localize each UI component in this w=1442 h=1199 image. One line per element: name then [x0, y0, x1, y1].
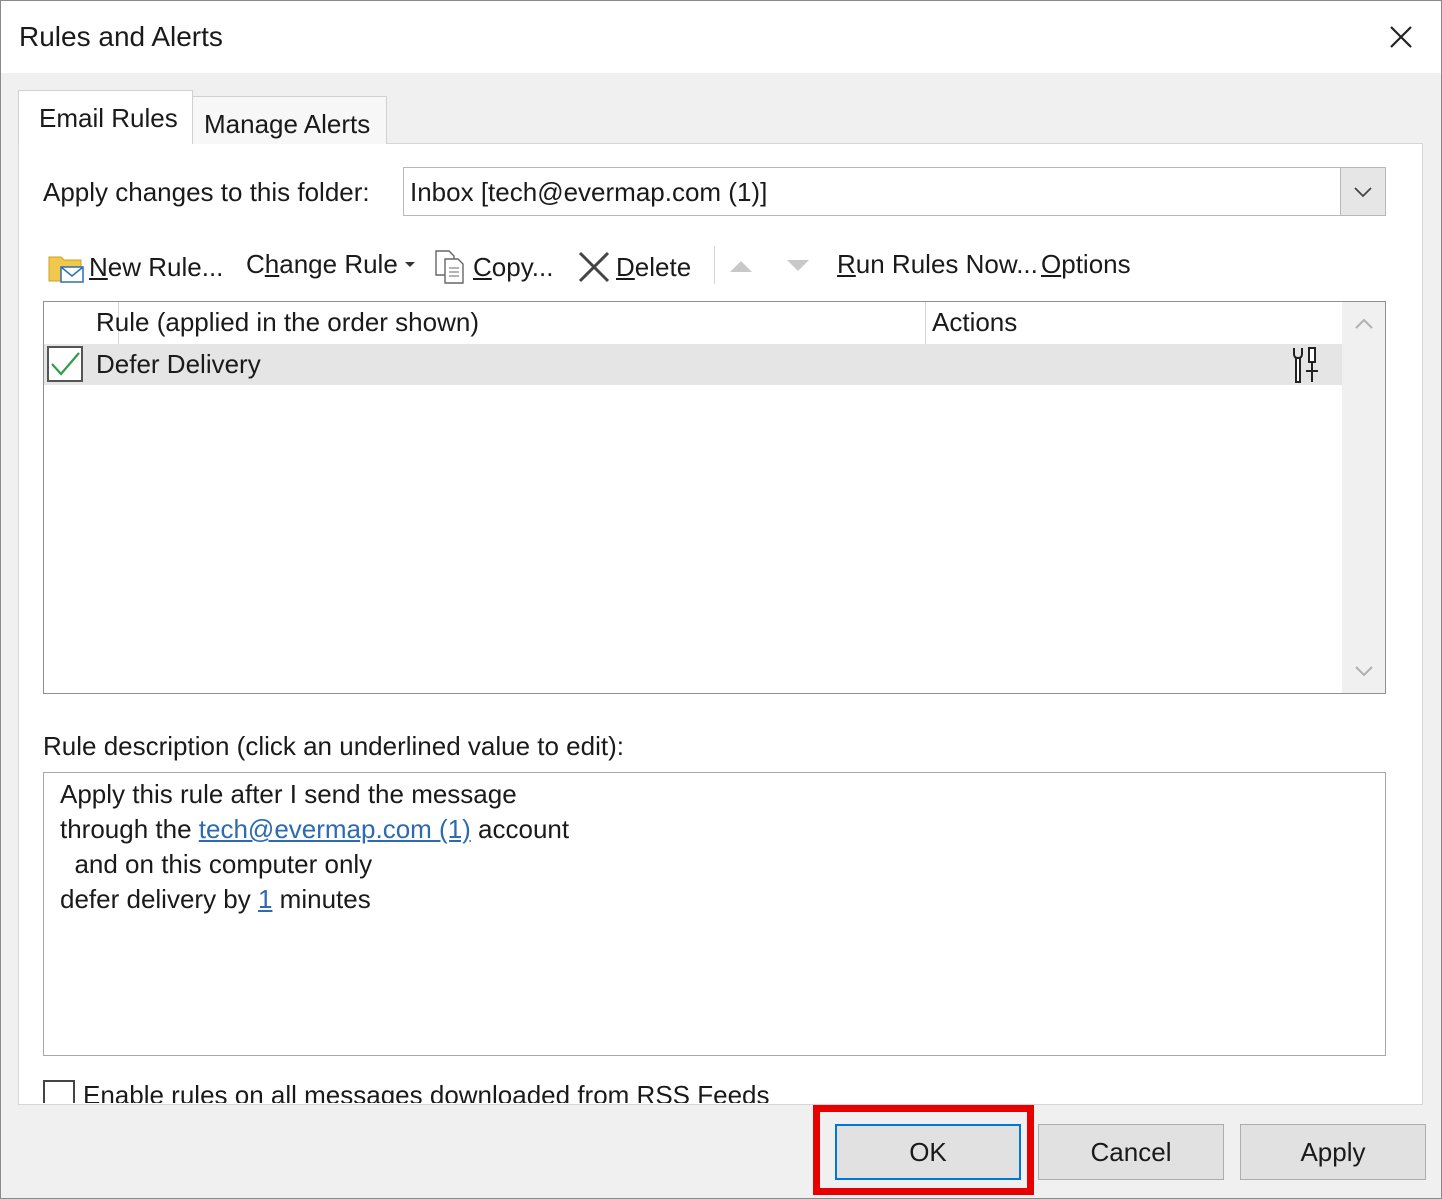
change-rule-button[interactable]: Ch ange Rule	[246, 249, 416, 280]
rule-actions-button[interactable]	[1288, 345, 1324, 390]
rule-description-label: Rule description (click an underlined va…	[43, 731, 624, 761]
description-line-3: and on this computer only	[60, 849, 373, 879]
checkmark-icon	[51, 352, 80, 376]
move-down-button[interactable]	[780, 251, 816, 281]
change-rule-label: ange Rule	[279, 249, 398, 279]
folder-select-value: Inbox [tech@evermap.com (1)]	[410, 177, 768, 207]
description-line-4: defer delivery by 1 minutes	[60, 882, 1385, 917]
run-rules-label: un Rules Now...	[855, 249, 1038, 279]
tab-email-rules[interactable]: Email Rules	[18, 90, 193, 144]
new-rule-button[interactable]: New Rule...	[47, 249, 223, 285]
triangle-up-icon	[730, 261, 752, 272]
toolbar-separator	[714, 246, 715, 284]
delete-button[interactable]: Delete	[576, 249, 691, 285]
folder-select[interactable]: Inbox [tech@evermap.com (1)]	[403, 167, 1386, 216]
rules-and-alerts-dialog: Rules and Alerts Email Rules Manage Aler…	[0, 0, 1442, 1199]
wrench-screwdriver-icon	[1293, 347, 1318, 383]
chevron-down-icon	[1354, 666, 1373, 677]
defer-minutes-link[interactable]: 1	[258, 884, 272, 914]
scroll-up-button[interactable]	[1342, 306, 1385, 342]
cancel-button[interactable]: Cancel	[1038, 1124, 1224, 1180]
account-link[interactable]: tech@evermap.com (1)	[199, 814, 471, 844]
table-row[interactable]: Defer Delivery	[44, 344, 1342, 385]
options-label: ptions	[1061, 249, 1131, 279]
column-header-rule[interactable]: Rule (applied in the order shown)	[96, 307, 479, 338]
column-divider[interactable]	[925, 302, 926, 344]
description-line-1: Apply this rule after I send the message	[60, 779, 517, 809]
rule-name: Defer Delivery	[96, 349, 261, 379]
folder-dropdown-button[interactable]	[1340, 168, 1385, 215]
copy-button[interactable]: Copy...	[433, 249, 553, 285]
rules-list-scrollbar[interactable]	[1342, 302, 1385, 693]
copy-label: opy...	[491, 251, 554, 282]
description-line-2: through the tech@evermap.com (1) account	[60, 812, 1385, 847]
rules-list-header: Rule (applied in the order shown) Action…	[44, 302, 1342, 345]
ok-button[interactable]: OK	[835, 1124, 1021, 1180]
change-rule-accesskey: h	[264, 249, 280, 279]
description-line-4-end: minutes	[272, 884, 371, 914]
triangle-down-icon	[787, 260, 809, 271]
folder-label: Apply changes to this folder:	[43, 177, 370, 207]
options-accesskey: O	[1041, 249, 1062, 279]
tab-manage-alerts[interactable]: Manage Alerts	[192, 96, 387, 144]
delete-x-icon	[578, 251, 610, 283]
rule-description-box: Apply this rule after I send the message…	[43, 772, 1386, 1056]
close-button[interactable]	[1373, 11, 1429, 63]
run-rules-now-button[interactable]: Run Rules Now...	[837, 249, 1038, 280]
chevron-up-icon	[1354, 318, 1373, 329]
run-rules-accesskey: R	[837, 249, 856, 279]
description-line-2-end: account	[470, 814, 570, 844]
rule-enabled-checkbox[interactable]	[47, 346, 83, 382]
caret-down-icon	[404, 261, 415, 267]
delete-label: elete	[634, 251, 692, 282]
new-rule-icon	[48, 256, 84, 283]
rules-list[interactable]: Rule (applied in the order shown) Action…	[43, 301, 1386, 694]
copy-accesskey: C	[473, 251, 492, 282]
options-button[interactable]: Options	[1041, 249, 1131, 280]
description-line-4-start: defer delivery by	[60, 884, 258, 914]
close-icon	[1390, 26, 1412, 48]
change-rule-label-start: C	[246, 249, 265, 279]
new-rule-accesskey: N	[89, 251, 108, 282]
dialog-title: Rules and Alerts	[19, 21, 223, 52]
delete-accesskey: D	[616, 251, 635, 282]
rss-label: Enable rules on all messages downloaded …	[83, 1080, 770, 1103]
rss-option[interactable]: Enable rules on all messages downloaded …	[43, 1078, 1043, 1103]
apply-button[interactable]: Apply	[1240, 1124, 1426, 1180]
new-rule-label: ew Rule...	[107, 251, 224, 282]
rss-checkbox[interactable]	[43, 1080, 75, 1103]
scroll-down-button[interactable]	[1342, 653, 1385, 689]
description-line-2-start: through the	[60, 814, 199, 844]
column-header-actions[interactable]: Actions	[932, 307, 1017, 338]
move-up-button[interactable]	[723, 251, 759, 281]
title-bar: Rules and Alerts	[1, 1, 1441, 73]
chevron-down-icon	[1354, 186, 1372, 197]
copy-icon	[435, 250, 464, 284]
